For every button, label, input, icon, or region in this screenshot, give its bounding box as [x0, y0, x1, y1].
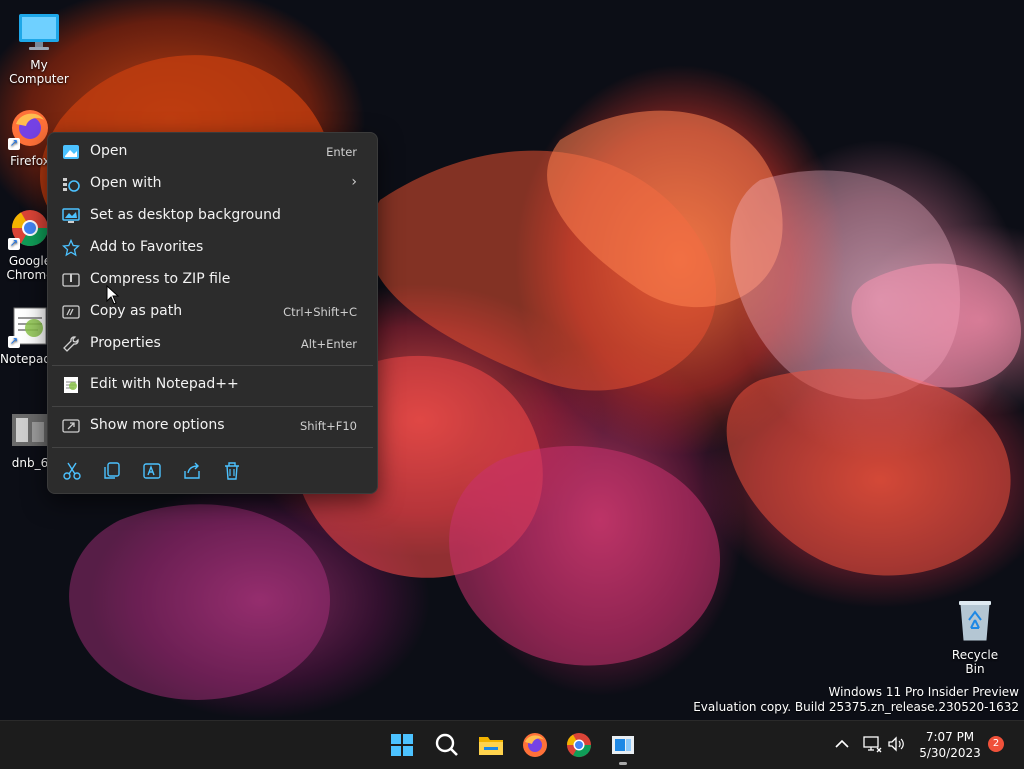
menu-item-edit-notepadpp[interactable]: Edit with Notepad++	[52, 370, 373, 400]
menu-item-shortcut: Shift+F10	[299, 419, 357, 433]
taskbar-image-viewer[interactable]	[607, 729, 639, 765]
menu-item-label: Properties	[90, 335, 161, 351]
active-app-indicator	[619, 762, 627, 765]
evaluation-watermark: Windows 11 Pro Insider Preview Evaluatio…	[693, 685, 1019, 715]
open-with-icon	[62, 175, 80, 193]
share-icon[interactable]	[180, 459, 204, 483]
menu-item-label: Set as desktop background	[90, 207, 281, 223]
taskbar-chrome[interactable]	[563, 729, 595, 761]
menu-item-open-with[interactable]: Open with ›	[52, 169, 373, 199]
menu-item-set-desktop-background[interactable]: Set as desktop background	[52, 201, 373, 231]
wrench-icon	[62, 335, 80, 353]
taskbar-firefox[interactable]	[519, 729, 551, 761]
chevron-up-icon	[835, 739, 849, 748]
image-open-icon	[62, 143, 80, 161]
recycle-bin-icon	[955, 598, 995, 642]
shortcut-arrow-icon: ↗	[8, 336, 20, 348]
firefox-icon: ↗	[8, 106, 52, 150]
desktop-icon-recycle-bin[interactable]: Recycle Bin	[942, 598, 1008, 676]
rename-icon[interactable]	[140, 459, 164, 483]
cut-icon[interactable]	[60, 459, 84, 483]
menu-item-add-to-favorites[interactable]: Add to Favorites	[52, 233, 373, 263]
clock-date: 5/30/2023	[919, 746, 981, 760]
tray-overflow-button[interactable]	[832, 734, 852, 754]
image-viewer-icon	[612, 736, 634, 754]
menu-item-label: Show more options	[90, 417, 225, 433]
menu-item-compress-zip[interactable]: Compress to ZIP file	[52, 265, 373, 295]
menu-separator	[52, 365, 373, 366]
firefox-icon	[523, 733, 547, 757]
more-options-icon	[62, 417, 80, 435]
taskbar-clock[interactable]: 7:07 PM 5/30/2023	[918, 729, 982, 761]
clock-time: 7:07 PM	[925, 730, 975, 744]
delete-icon[interactable]	[220, 459, 244, 483]
menu-item-label: Copy as path	[90, 303, 183, 319]
monitor-icon	[17, 10, 61, 54]
chevron-right-icon: ›	[351, 174, 357, 190]
menu-item-copy-as-path[interactable]: Copy as path Ctrl+Shift+C	[52, 297, 373, 327]
menu-item-shortcut: Alt+Enter	[300, 337, 357, 351]
menu-separator	[52, 406, 373, 407]
copy-path-icon	[62, 303, 80, 321]
search-button[interactable]	[431, 729, 463, 761]
menu-item-shortcut: Ctrl+Shift+C	[283, 305, 357, 319]
watermark-line-1: Windows 11 Pro Insider Preview	[828, 685, 1019, 699]
menu-item-show-more-options[interactable]: Show more options Shift+F10	[52, 411, 373, 441]
notepadpp-icon: ↗	[8, 304, 52, 348]
chrome-icon	[567, 733, 591, 758]
menu-item-label: Open	[90, 143, 128, 159]
network-icon	[863, 736, 882, 753]
desktop-icon-label: My Computer	[9, 58, 69, 86]
desktop-icon-my-computer[interactable]: My Computer	[0, 10, 78, 86]
menu-item-label: Add to Favorites	[90, 239, 204, 255]
menu-item-label: Open with	[90, 175, 162, 191]
zip-icon	[62, 271, 80, 289]
speaker-icon	[888, 736, 904, 752]
taskbar-file-explorer[interactable]	[475, 729, 507, 761]
notepadpp-icon	[62, 376, 80, 394]
star-icon	[61, 238, 81, 257]
shortcut-arrow-icon: ↗	[8, 238, 20, 250]
file-explorer-icon	[479, 737, 503, 755]
start-icon	[391, 734, 413, 756]
watermark-line-2: Evaluation copy. Build 25375.zn_release.…	[693, 700, 1019, 714]
context-menu: Open Enter Open with › Set as desktop ba…	[47, 132, 378, 494]
menu-item-label: Edit with Notepad++	[90, 376, 239, 392]
notification-badge[interactable]: 2	[988, 736, 1004, 752]
mouse-cursor-icon	[106, 284, 120, 305]
menu-item-properties[interactable]: Properties Alt+Enter	[52, 329, 373, 359]
image-thumbnail-icon	[8, 408, 52, 452]
network-button[interactable]	[862, 734, 882, 754]
menu-separator	[52, 447, 373, 448]
desktop-background-icon	[62, 207, 80, 225]
menu-item-shortcut: Enter	[326, 145, 357, 159]
chrome-icon: ↗	[8, 206, 52, 250]
copy-icon[interactable]	[100, 459, 124, 483]
menu-item-open[interactable]: Open Enter	[52, 137, 373, 167]
volume-button[interactable]	[886, 734, 906, 754]
start-button[interactable]	[386, 729, 418, 761]
shortcut-arrow-icon: ↗	[8, 138, 20, 150]
taskbar: 7:07 PM 5/30/2023 2	[0, 720, 1024, 769]
search-icon	[435, 733, 458, 756]
recycle-bin-label: Recycle Bin	[951, 648, 999, 676]
